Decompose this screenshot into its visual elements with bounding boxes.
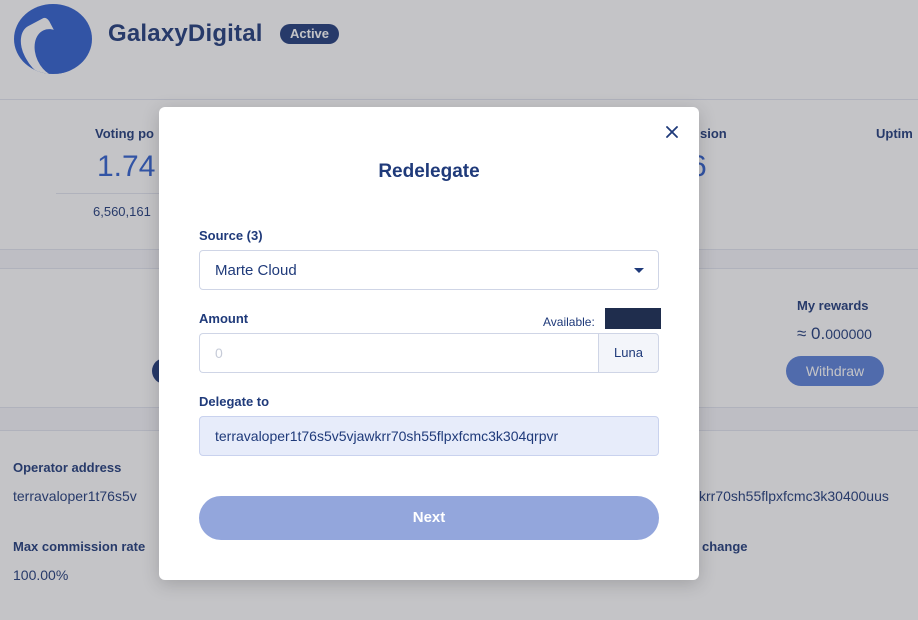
chevron-down-icon xyxy=(634,268,644,273)
delegate-to-field: terravaloper1t76s5v5vjawkrr70sh55flpxfcm… xyxy=(199,416,659,456)
source-select[interactable]: Marte Cloud xyxy=(199,250,659,290)
amount-label: Amount xyxy=(199,311,249,326)
amount-unit: Luna xyxy=(598,333,659,373)
redelegate-modal: Redelegate Source (3) Marte Cloud Amount… xyxy=(159,107,699,580)
close-icon[interactable] xyxy=(661,121,683,143)
source-select-value: Marte Cloud xyxy=(215,262,297,279)
next-button[interactable]: Next xyxy=(199,496,659,540)
modal-title: Redelegate xyxy=(378,161,480,182)
available-label: Available: xyxy=(543,315,595,329)
available-value-redacted xyxy=(605,308,661,329)
delegate-to-label: Delegate to xyxy=(199,394,270,409)
amount-input[interactable] xyxy=(199,333,599,373)
source-label: Source (3) xyxy=(199,228,263,243)
